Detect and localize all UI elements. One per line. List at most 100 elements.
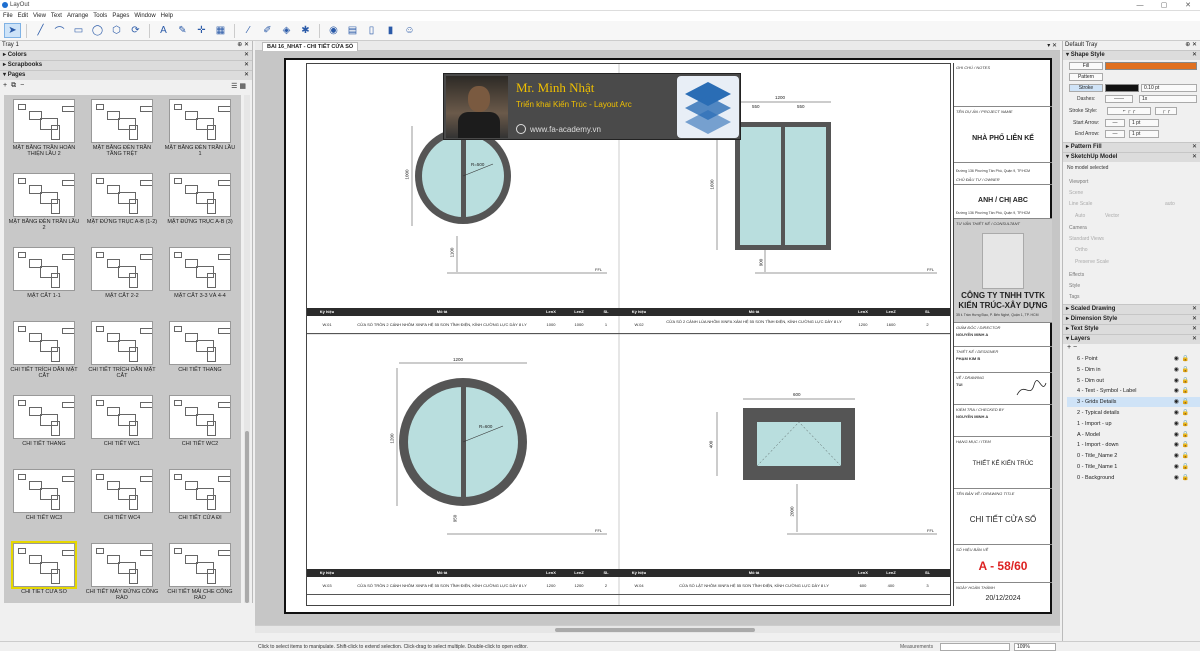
visibility-icon[interactable]: ◉: [1174, 354, 1179, 364]
dash-scale-field[interactable]: 1x: [1139, 95, 1197, 103]
scroll-thumb[interactable]: [245, 431, 249, 603]
label-icon[interactable]: ✎: [174, 23, 191, 38]
visibility-icon[interactable]: ◉: [1174, 473, 1179, 483]
start-arrow-select[interactable]: —: [1105, 119, 1125, 127]
document-tab[interactable]: BAI 16_NHAT - CHI TIẾT CỬA SỔ: [262, 42, 359, 51]
dimension-style-section[interactable]: ▸ Dimension Style ✕: [1063, 314, 1200, 324]
page-thumbnail[interactable]: MẶT BẰNG ĐÈN TRẦN LẦU 2: [6, 171, 82, 243]
table-icon[interactable]: ▦: [212, 23, 229, 38]
visibility-icon[interactable]: ◉: [1174, 419, 1179, 429]
offset-icon[interactable]: ⟳: [127, 23, 144, 38]
duplicate-page-icon[interactable]: ⧉: [11, 82, 16, 90]
scaled-drawing-section[interactable]: ▸ Scaled Drawing ✕: [1063, 304, 1200, 314]
page-thumbnail[interactable]: CHI TIẾT THANG: [162, 319, 238, 391]
text-style-section[interactable]: ▸ Text Style ✕: [1063, 324, 1200, 334]
page-thumbnail[interactable]: MẶT ĐỨNG TRỤC A-B (1-2): [84, 171, 160, 243]
lock-icon[interactable]: 🔒: [1182, 419, 1189, 429]
text-icon[interactable]: A: [155, 23, 172, 38]
page2-icon[interactable]: ▮: [382, 23, 399, 38]
menu-arrange[interactable]: Arrange: [67, 11, 88, 21]
menu-edit[interactable]: Edit: [18, 11, 28, 21]
select-icon[interactable]: ➤: [4, 23, 21, 38]
measurements-input[interactable]: [940, 643, 1010, 651]
page-thumbnail[interactable]: CHI TIẾT WC2: [162, 393, 238, 465]
layer-row[interactable]: 5 - Dim out ◉ 🔒: [1067, 376, 1200, 386]
lock-icon[interactable]: 🔒: [1182, 365, 1189, 375]
zoom-select[interactable]: 109%: [1014, 643, 1056, 651]
rectangle-icon[interactable]: ▭: [70, 23, 87, 38]
stroke-width-field[interactable]: 0.10 pt: [1141, 84, 1197, 92]
visibility-icon[interactable]: ◉: [1174, 408, 1179, 418]
page-thumbnail[interactable]: CHI TIẾT MÁY ĐỨNG CÔNG RÀO: [84, 541, 160, 603]
menu-text[interactable]: Text: [51, 11, 62, 21]
page-thumbnail[interactable]: CHI TIẾT TRÍCH DẪN MẶT CẮT: [84, 319, 160, 391]
canvas-scrollbar[interactable]: [255, 625, 1060, 633]
fill-color-swatch[interactable]: [1105, 62, 1197, 70]
lock-icon[interactable]: 🔒: [1182, 397, 1189, 407]
layer-row[interactable]: 1 - Import - down ◉ 🔒: [1067, 440, 1200, 450]
visibility-icon[interactable]: ◉: [1174, 430, 1179, 440]
line-icon[interactable]: ╱: [32, 23, 49, 38]
page-thumbnail[interactable]: MẶT BẰNG TRẦN HOÀN THIỆN LẦU 2: [6, 97, 82, 169]
shape-style-section[interactable]: ▾ Shape Style ✕: [1063, 50, 1200, 60]
end-arrow-select[interactable]: —: [1105, 130, 1125, 138]
page-thumbnail[interactable]: MẶT ĐỨNG TRỤC A-B (3): [162, 171, 238, 243]
circle-icon[interactable]: ◯: [89, 23, 106, 38]
menu-pages[interactable]: Pages: [112, 11, 129, 21]
layer-row[interactable]: 4 - Text - Symbol - Label ◉ 🔒: [1067, 386, 1200, 396]
page-thumbnail[interactable]: CHI TIẾT WC4: [84, 467, 160, 539]
visibility-icon[interactable]: ◉: [1174, 376, 1179, 386]
page-thumbnail[interactable]: CHI TIẾT WC1: [84, 393, 160, 465]
lock-icon[interactable]: 🔒: [1182, 430, 1189, 440]
pages-scrollbar[interactable]: [244, 95, 250, 603]
eyedropper-icon[interactable]: ⁄: [240, 23, 257, 38]
page-thumbnail[interactable]: MẶT CẮT 2-2: [84, 245, 160, 317]
page-icon[interactable]: ▯: [363, 23, 380, 38]
close-icon[interactable]: ✕: [244, 61, 249, 70]
camera-icon[interactable]: ◉: [325, 23, 342, 38]
colors-section[interactable]: ▸ Colors ✕: [0, 50, 252, 60]
document-controls[interactable]: ▾ ✕: [1047, 42, 1057, 49]
tray-pin-close[interactable]: ⊕ ✕: [237, 41, 249, 50]
layer-row[interactable]: 2 - Typical details ◉ 🔒: [1067, 408, 1200, 418]
lock-icon[interactable]: 🔒: [1182, 473, 1189, 483]
visibility-icon[interactable]: ◉: [1174, 440, 1179, 450]
lock-icon[interactable]: 🔒: [1182, 462, 1189, 472]
page-thumbnail[interactable]: CHI TIẾT TRÍCH DẪN MẶT CẮT: [6, 319, 82, 391]
style-icon[interactable]: ✱: [297, 23, 314, 38]
close-icon[interactable]: ✕: [244, 71, 249, 80]
layer-row[interactable]: 0 - Background ◉ 🔒: [1067, 473, 1200, 483]
layer-row[interactable]: 3 - Grids Details ◉ 🔒: [1067, 397, 1200, 408]
visibility-icon[interactable]: ◉: [1174, 462, 1179, 472]
menu-window[interactable]: Window: [134, 11, 155, 21]
stroke-button[interactable]: Stroke: [1069, 84, 1103, 92]
view-toggle-icon[interactable]: ☰ ▦: [231, 82, 246, 90]
insert-icon[interactable]: ▤: [344, 23, 361, 38]
lock-icon[interactable]: 🔒: [1182, 408, 1189, 418]
visibility-icon[interactable]: ◉: [1174, 386, 1179, 396]
end-arrow-size[interactable]: 1 pt: [1129, 130, 1159, 138]
page-thumbnail[interactable]: MẶT CẮT 1-1: [6, 245, 82, 317]
layer-row[interactable]: 1 - Import - up ◉ 🔒: [1067, 419, 1200, 429]
lock-icon[interactable]: 🔒: [1182, 386, 1189, 396]
stroke-style-buttons[interactable]: ⌐ ┌ ╭: [1107, 107, 1151, 115]
pages-section[interactable]: ▾ Pages ✕: [0, 70, 252, 80]
paint-icon[interactable]: ✐: [259, 23, 276, 38]
scroll-thumb[interactable]: [555, 628, 755, 632]
menu-file[interactable]: File: [3, 11, 13, 21]
page-thumbnail[interactable]: MẶT BẰNG ĐÈN TRẦN LẦU 1: [162, 97, 238, 169]
menu-tools[interactable]: Tools: [93, 11, 107, 21]
layer-row[interactable]: 0 - Title_Name 1 ◉ 🔒: [1067, 462, 1200, 472]
visibility-icon[interactable]: ◉: [1174, 397, 1179, 407]
sketchup-model-section[interactable]: ▾ SketchUp Model ✕: [1063, 152, 1200, 162]
lock-icon[interactable]: 🔒: [1182, 354, 1189, 364]
maximize-button[interactable]: ▢: [1152, 0, 1176, 11]
arc-icon[interactable]: ⌒: [51, 23, 68, 38]
lock-icon[interactable]: 🔒: [1182, 440, 1189, 450]
lock-icon[interactable]: 🔒: [1182, 376, 1189, 386]
remove-page-icon[interactable]: −: [20, 82, 24, 89]
menu-help[interactable]: Help: [161, 11, 173, 21]
visibility-icon[interactable]: ◉: [1174, 451, 1179, 461]
pattern-button[interactable]: Pattern: [1069, 73, 1103, 81]
dimension-icon[interactable]: ✛: [193, 23, 210, 38]
